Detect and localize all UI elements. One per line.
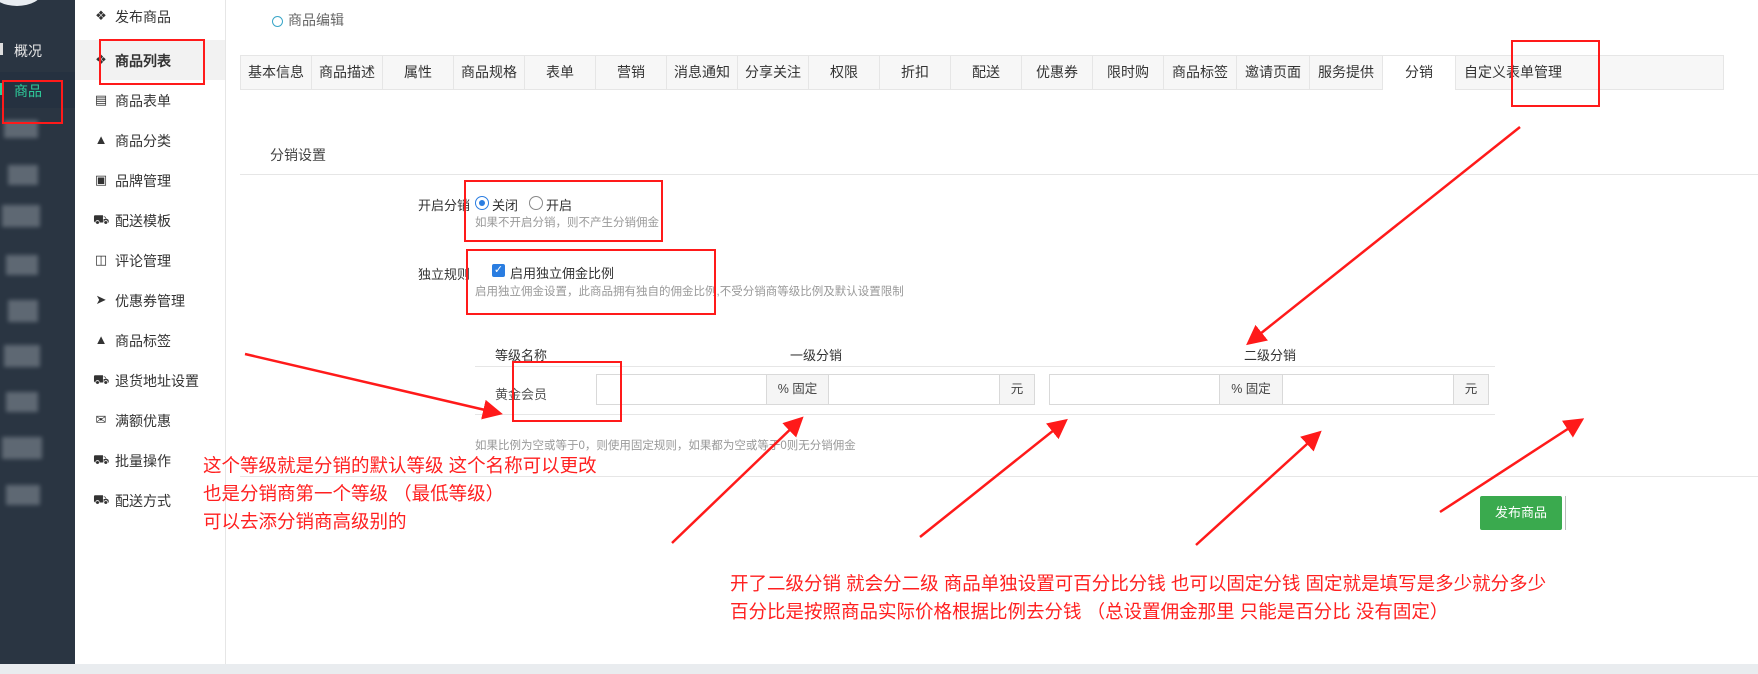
annotation-bottom-line1: 开了二级分销 就会分二级 商品单独设置可百分比分钱 也可以固定分钱 固定就是填写… [730,573,1547,594]
arrow-to-level2-percent [1195,430,1322,546]
annotation-bottom-line2: 百分比是按照商品实际价格根据比例去分钱 （总设置佣金那里 只能是百分比 没有固定… [730,601,1449,622]
arrow-to-table [1246,126,1521,346]
annotation-left-line3: 可以去添分销商高级别的 [203,511,407,532]
arrow-to-level1-percent [671,416,804,544]
annotation-left-line2: 也是分销商第一个等级 （最低等级） [203,483,505,504]
arrow-to-level1-fixed [919,418,1068,538]
arrow-to-level2-fixed [1439,418,1585,514]
annotation-left-line1: 这个等级就是分销的默认等级 这个名称可以更改 [203,455,597,476]
arrow-to-level-name [244,352,503,420]
